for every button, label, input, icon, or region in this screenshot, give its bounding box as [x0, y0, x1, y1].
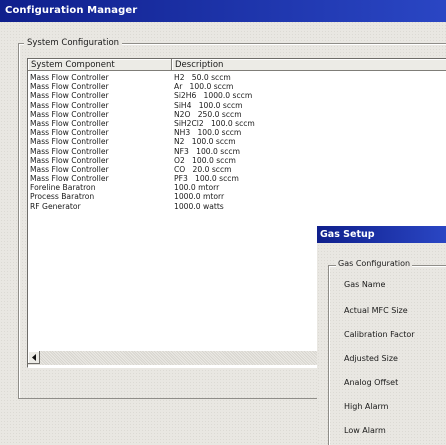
- actual-mfc-size-label: Actual MFC Size: [344, 306, 408, 315]
- system-component-cell: Mass Flow Controller: [30, 118, 109, 128]
- system-component-cell: Mass Flow Controller: [30, 137, 109, 147]
- gas-setup-title-bar[interactable]: Gas Setup: [317, 226, 446, 243]
- gas-setup-window: Gas Setup Gas Configuration Gas Name Act…: [317, 226, 446, 445]
- description-cell: CO 20.0 sccm: [174, 164, 232, 174]
- scroll-left-button[interactable]: [28, 351, 40, 364]
- system-component-cell: Mass Flow Controller: [30, 100, 109, 110]
- title-bar[interactable]: Configuration Manager: [0, 0, 446, 22]
- system-component-cell: Mass Flow Controller: [30, 146, 109, 156]
- description-cell: O2 100.0 sccm: [174, 155, 236, 165]
- list-header: System Component Description: [28, 59, 446, 72]
- description-cell: 1000.0 watts: [174, 201, 224, 211]
- adjusted-size-label: Adjusted Size: [344, 354, 398, 363]
- configuration-manager-window: Configuration Manager System Configurati…: [0, 0, 446, 445]
- system-component-cell: Mass Flow Controller: [30, 82, 109, 92]
- system-component-cell: Process Baratron: [30, 192, 95, 202]
- system-component-cell: RF Generator: [30, 201, 81, 211]
- description-cell: NF3 100.0 sccm: [174, 146, 240, 156]
- high-alarm-label: High Alarm: [344, 402, 389, 411]
- system-component-cell: Mass Flow Controller: [30, 155, 109, 165]
- window-title: Configuration Manager: [5, 5, 138, 16]
- system-component-cell: Mass Flow Controller: [30, 91, 109, 101]
- system-component-cell: Mass Flow Controller: [30, 73, 109, 82]
- gas-setup-title: Gas Setup: [320, 229, 375, 240]
- description-cell: SiH4 100.0 sccm: [174, 100, 243, 110]
- calibration-factor-label: Calibration Factor: [344, 330, 415, 339]
- system-component-cell: Mass Flow Controller: [30, 164, 109, 174]
- description-cell: NH3 100.0 sccm: [174, 128, 242, 138]
- gas-configuration-label: Gas Configuration: [336, 259, 413, 268]
- description-cell: SiH2Cl2 100.0 sccm: [174, 118, 255, 128]
- left-arrow-icon: [32, 354, 36, 361]
- description-cell: 1000.0 mtorr: [174, 192, 225, 202]
- description-cell: 100.0 mtorr: [174, 183, 220, 193]
- column-header-system-component[interactable]: System Component: [28, 59, 172, 71]
- description-cell: H2 50.0 sccm: [174, 73, 231, 82]
- analog-offset-label: Analog Offset: [344, 378, 399, 387]
- system-component-cell: Mass Flow Controller: [30, 174, 109, 184]
- system-component-cell: Foreline Baratron: [30, 183, 96, 193]
- system-component-cell: Mass Flow Controller: [30, 128, 109, 138]
- column-header-description[interactable]: Description: [172, 59, 446, 71]
- gas-name-label: Gas Name: [344, 280, 386, 289]
- low-alarm-label: Low Alarm: [344, 426, 386, 435]
- description-cell: PF3 100.0 sccm: [174, 174, 239, 184]
- description-cell: N2 100.0 sccm: [174, 137, 236, 147]
- system-component-cell: Mass Flow Controller: [30, 109, 109, 119]
- system-configuration-label: System Configuration: [24, 38, 123, 48]
- description-cell: Si2H6 1000.0 sccm: [174, 91, 253, 101]
- description-cell: Ar 100.0 sccm: [174, 82, 234, 92]
- description-cell: N2O 250.0 sccm: [174, 109, 242, 119]
